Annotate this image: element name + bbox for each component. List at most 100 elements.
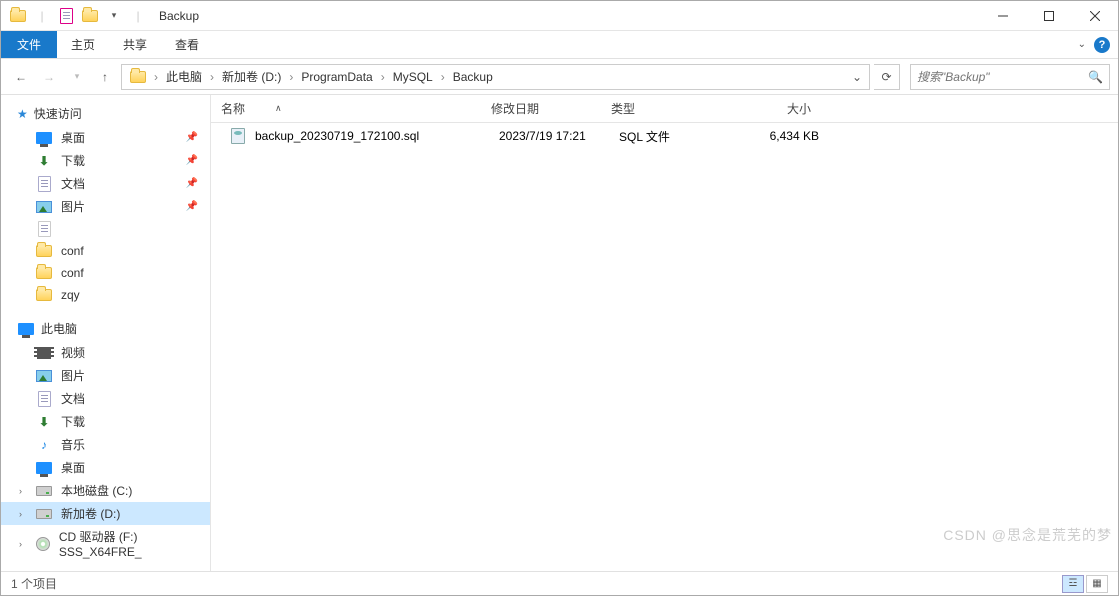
sidebar-pc-item[interactable]: ⬇ 下载 xyxy=(1,410,210,433)
properties-icon[interactable] xyxy=(55,5,77,27)
breadcrumb-item[interactable]: MySQL xyxy=(387,65,439,89)
sidebar-item-label: 新加卷 (D:) xyxy=(61,505,120,522)
drive-icon xyxy=(35,483,53,499)
chevron-right-icon[interactable]: › xyxy=(152,70,160,84)
chevron-right-icon[interactable]: › xyxy=(379,70,387,84)
tab-home[interactable]: 主页 xyxy=(57,31,109,58)
sidebar-item-label: 本地磁盘 (C:) xyxy=(61,482,132,499)
download-icon: ⬇ xyxy=(35,153,53,169)
up-button[interactable]: ↑ xyxy=(93,65,117,89)
close-button[interactable] xyxy=(1072,1,1118,31)
sidebar-quick-item[interactable]: conf xyxy=(1,262,210,284)
desktop-icon xyxy=(35,460,53,476)
folder-icon xyxy=(35,265,53,281)
breadcrumb-item[interactable]: 新加卷 (D:) xyxy=(216,65,287,89)
column-modified[interactable]: 修改日期 xyxy=(481,100,601,117)
sidebar-item-label: 桌面 xyxy=(61,459,85,476)
sidebar-quick-item[interactable]: ⬇ 下载 📌 xyxy=(1,149,210,172)
address-bar[interactable]: › 此电脑 › 新加卷 (D:) › ProgramData › MySQL ›… xyxy=(121,64,870,90)
sidebar-pc-item[interactable]: 桌面 xyxy=(1,456,210,479)
search-box[interactable]: 🔍 xyxy=(910,64,1110,90)
column-size[interactable]: 大小 xyxy=(711,100,821,117)
sidebar-pc-item[interactable]: › 新加卷 (D:) xyxy=(1,502,210,525)
sidebar-item-label: 桌面 xyxy=(61,129,85,146)
help-icon[interactable]: ? xyxy=(1094,37,1110,53)
tab-share[interactable]: 共享 xyxy=(109,31,161,58)
expand-icon[interactable]: › xyxy=(19,509,22,519)
qat-separator: | xyxy=(31,5,53,27)
expand-icon[interactable]: › xyxy=(19,486,22,496)
sidebar-quick-item[interactable] xyxy=(1,218,210,240)
file-size: 6,434 KB xyxy=(719,129,829,143)
main-area: ★ 快速访问 桌面 📌⬇ 下载 📌 文档 📌 图片 📌 conf conf zq… xyxy=(1,95,1118,571)
pin-icon: 📌 xyxy=(186,155,198,166)
sidebar-item-label: 下载 xyxy=(61,413,85,430)
sidebar-item-label: zqy xyxy=(61,288,80,302)
breadcrumb-root-icon[interactable] xyxy=(124,65,152,89)
sidebar-item-label: CD 驱动器 (F:) SSS_X64FRE_ xyxy=(59,528,204,559)
file-row[interactable]: backup_20230719_172100.sql 2023/7/19 17:… xyxy=(211,123,1118,149)
drive-icon xyxy=(35,506,53,522)
ribbon-expand-icon[interactable]: ⌄ xyxy=(1078,39,1086,50)
qat-dropdown-icon[interactable]: ▾ xyxy=(103,5,125,27)
pin-icon: 📌 xyxy=(186,132,198,143)
history-dropdown-icon[interactable]: ▾ xyxy=(65,65,89,89)
sidebar-item-label: conf xyxy=(61,244,84,258)
sidebar-item-label: conf xyxy=(61,266,84,280)
sidebar-quick-item[interactable]: 文档 📌 xyxy=(1,172,210,195)
breadcrumb-item[interactable]: ProgramData xyxy=(295,65,378,89)
sidebar-item-label: 音乐 xyxy=(61,436,85,453)
search-icon[interactable]: 🔍 xyxy=(1088,70,1103,84)
address-dropdown-icon[interactable]: ⌄ xyxy=(847,70,867,84)
maximize-button[interactable] xyxy=(1026,1,1072,31)
pc-icon xyxy=(17,321,35,337)
download-icon: ⬇ xyxy=(35,414,53,430)
file-type: SQL 文件 xyxy=(609,128,719,145)
breadcrumb-item[interactable]: Backup xyxy=(447,65,499,89)
sidebar-item-label: 视频 xyxy=(61,344,85,361)
pin-icon: 📌 xyxy=(186,201,198,212)
blank-icon xyxy=(35,221,53,237)
chevron-right-icon[interactable]: › xyxy=(439,70,447,84)
forward-button[interactable]: → xyxy=(37,65,61,89)
sidebar-pc-item[interactable]: ♪ 音乐 xyxy=(1,433,210,456)
refresh-button[interactable]: ⟳ xyxy=(874,64,900,90)
sidebar-item-label: 文档 xyxy=(61,390,85,407)
sidebar-pc-item[interactable]: 图片 xyxy=(1,364,210,387)
details-view-button[interactable]: ☲ xyxy=(1062,575,1084,593)
chevron-right-icon[interactable]: › xyxy=(287,70,295,84)
pin-icon: 📌 xyxy=(186,178,198,189)
file-name: backup_20230719_172100.sql xyxy=(255,129,419,143)
back-button[interactable]: ← xyxy=(9,65,33,89)
file-tab[interactable]: 文件 xyxy=(1,31,57,58)
sidebar-quick-item[interactable]: conf xyxy=(1,240,210,262)
sidebar-quick-item[interactable]: 桌面 📌 xyxy=(1,126,210,149)
sidebar-pc-item[interactable]: › 本地磁盘 (C:) xyxy=(1,479,210,502)
video-icon xyxy=(35,345,53,361)
title-bar: | ▾ | Backup xyxy=(1,1,1118,31)
window-title: Backup xyxy=(159,9,199,23)
sidebar-quick-item[interactable]: zqy xyxy=(1,284,210,306)
new-folder-icon[interactable] xyxy=(79,5,101,27)
tab-view[interactable]: 查看 xyxy=(161,31,213,58)
breadcrumb-item[interactable]: 此电脑 xyxy=(160,65,208,89)
expand-icon[interactable]: › xyxy=(19,539,22,549)
thumbnails-view-button[interactable]: ▦ xyxy=(1086,575,1108,593)
sidebar-pc-item[interactable]: 文档 xyxy=(1,387,210,410)
sidebar-pc-item[interactable]: 视频 xyxy=(1,341,210,364)
sql-file-icon xyxy=(229,128,247,144)
sidebar-quick-item[interactable]: 图片 📌 xyxy=(1,195,210,218)
quick-access-group[interactable]: ★ 快速访问 xyxy=(1,101,210,126)
column-name[interactable]: 名称 ∧ xyxy=(211,100,481,117)
minimize-button[interactable] xyxy=(980,1,1026,31)
this-pc-group[interactable]: 此电脑 xyxy=(1,316,210,341)
column-type[interactable]: 类型 xyxy=(601,100,711,117)
sidebar-item-label: 下载 xyxy=(61,152,85,169)
navigation-pane[interactable]: ★ 快速访问 桌面 📌⬇ 下载 📌 文档 📌 图片 📌 conf conf zq… xyxy=(1,95,211,571)
search-input[interactable] xyxy=(917,70,1088,84)
chevron-right-icon[interactable]: › xyxy=(208,70,216,84)
sidebar-pc-item[interactable]: › CD 驱动器 (F:) SSS_X64FRE_ xyxy=(1,525,210,562)
music-icon: ♪ xyxy=(35,437,53,453)
sidebar-item-label: 文档 xyxy=(61,175,85,192)
sort-asc-icon: ∧ xyxy=(275,103,282,114)
